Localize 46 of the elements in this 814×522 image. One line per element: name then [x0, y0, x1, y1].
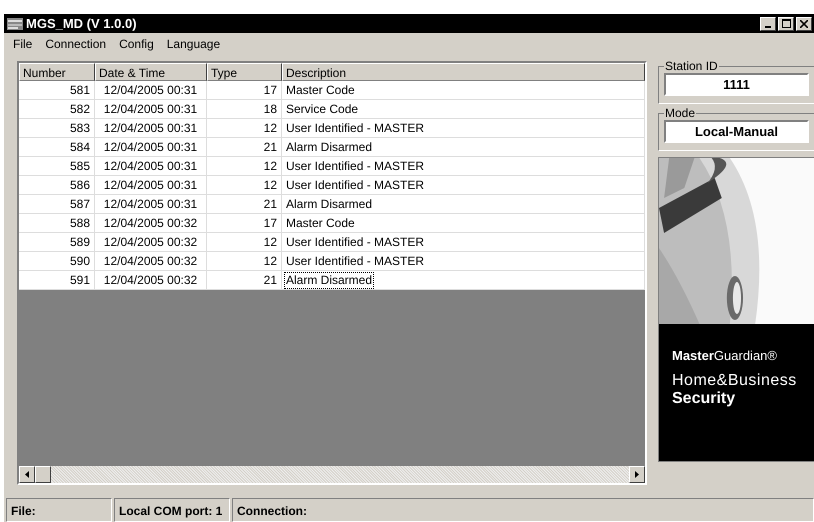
scroll-right-button[interactable]	[629, 466, 645, 483]
station-id-field: 1111	[664, 73, 809, 96]
table-cell-text: Service Code	[285, 101, 360, 118]
table-cell-text: Alarm Disarmed	[285, 196, 374, 213]
table-cell-text: User Identified - MASTER	[285, 158, 426, 175]
group-label: Station ID	[664, 59, 719, 73]
scroll-left-button[interactable]	[19, 466, 35, 483]
table-cell: 12/04/2005 00:32	[95, 271, 207, 290]
column-header[interactable]: Date & Time	[95, 63, 207, 81]
horizontal-scrollbar[interactable]	[19, 466, 645, 483]
right-arrow-icon	[635, 471, 639, 478]
menu-item[interactable]: Connection	[45, 37, 106, 51]
maximize-button[interactable]	[778, 16, 794, 30]
group-label: Mode	[664, 106, 696, 120]
status-panel: File:	[6, 498, 112, 522]
close-button[interactable]	[796, 16, 812, 30]
left-arrow-icon	[25, 471, 29, 478]
minimize-icon	[765, 26, 771, 28]
table-cell-text: User Identified - MASTER	[285, 253, 426, 270]
table-cell-text: User Identified - MASTER	[285, 234, 426, 251]
table-cell: 591	[19, 271, 95, 290]
column-header[interactable]: Number	[19, 63, 95, 81]
scroll-thumb[interactable]	[35, 466, 51, 483]
menu-item[interactable]: Language	[166, 37, 220, 51]
minimize-button[interactable]	[760, 16, 776, 30]
table-cell-text: Master Code	[285, 82, 356, 99]
table-cell-text: Master Code	[285, 215, 356, 232]
close-icon	[800, 20, 808, 28]
menu-item[interactable]: File	[13, 37, 32, 51]
table-cell: Alarm Disarmed	[284, 272, 374, 289]
tagline: Security	[672, 390, 736, 408]
column-header[interactable]: Type	[207, 63, 282, 81]
table-cell-text: User Identified - MASTER	[285, 120, 426, 137]
menu-item[interactable]: Config	[119, 37, 154, 51]
mode-field: Local-Manual	[664, 120, 809, 143]
table-cell: 21	[207, 271, 282, 290]
tagline: Home&Business	[672, 372, 798, 390]
table-cell-text: Alarm Disarmed	[285, 139, 374, 156]
status-panel: Local COM port: 1	[114, 498, 230, 522]
app-icon	[6, 16, 24, 30]
column-header[interactable]: Description	[282, 63, 645, 81]
maximize-icon	[782, 19, 790, 28]
brand-name: MasterGuardian®	[672, 348, 778, 363]
window-title: MGS_MD (V 1.0.0)	[26, 16, 138, 31]
status-panel: Connection:	[232, 498, 814, 522]
table-cell-text: User Identified - MASTER	[285, 177, 426, 194]
